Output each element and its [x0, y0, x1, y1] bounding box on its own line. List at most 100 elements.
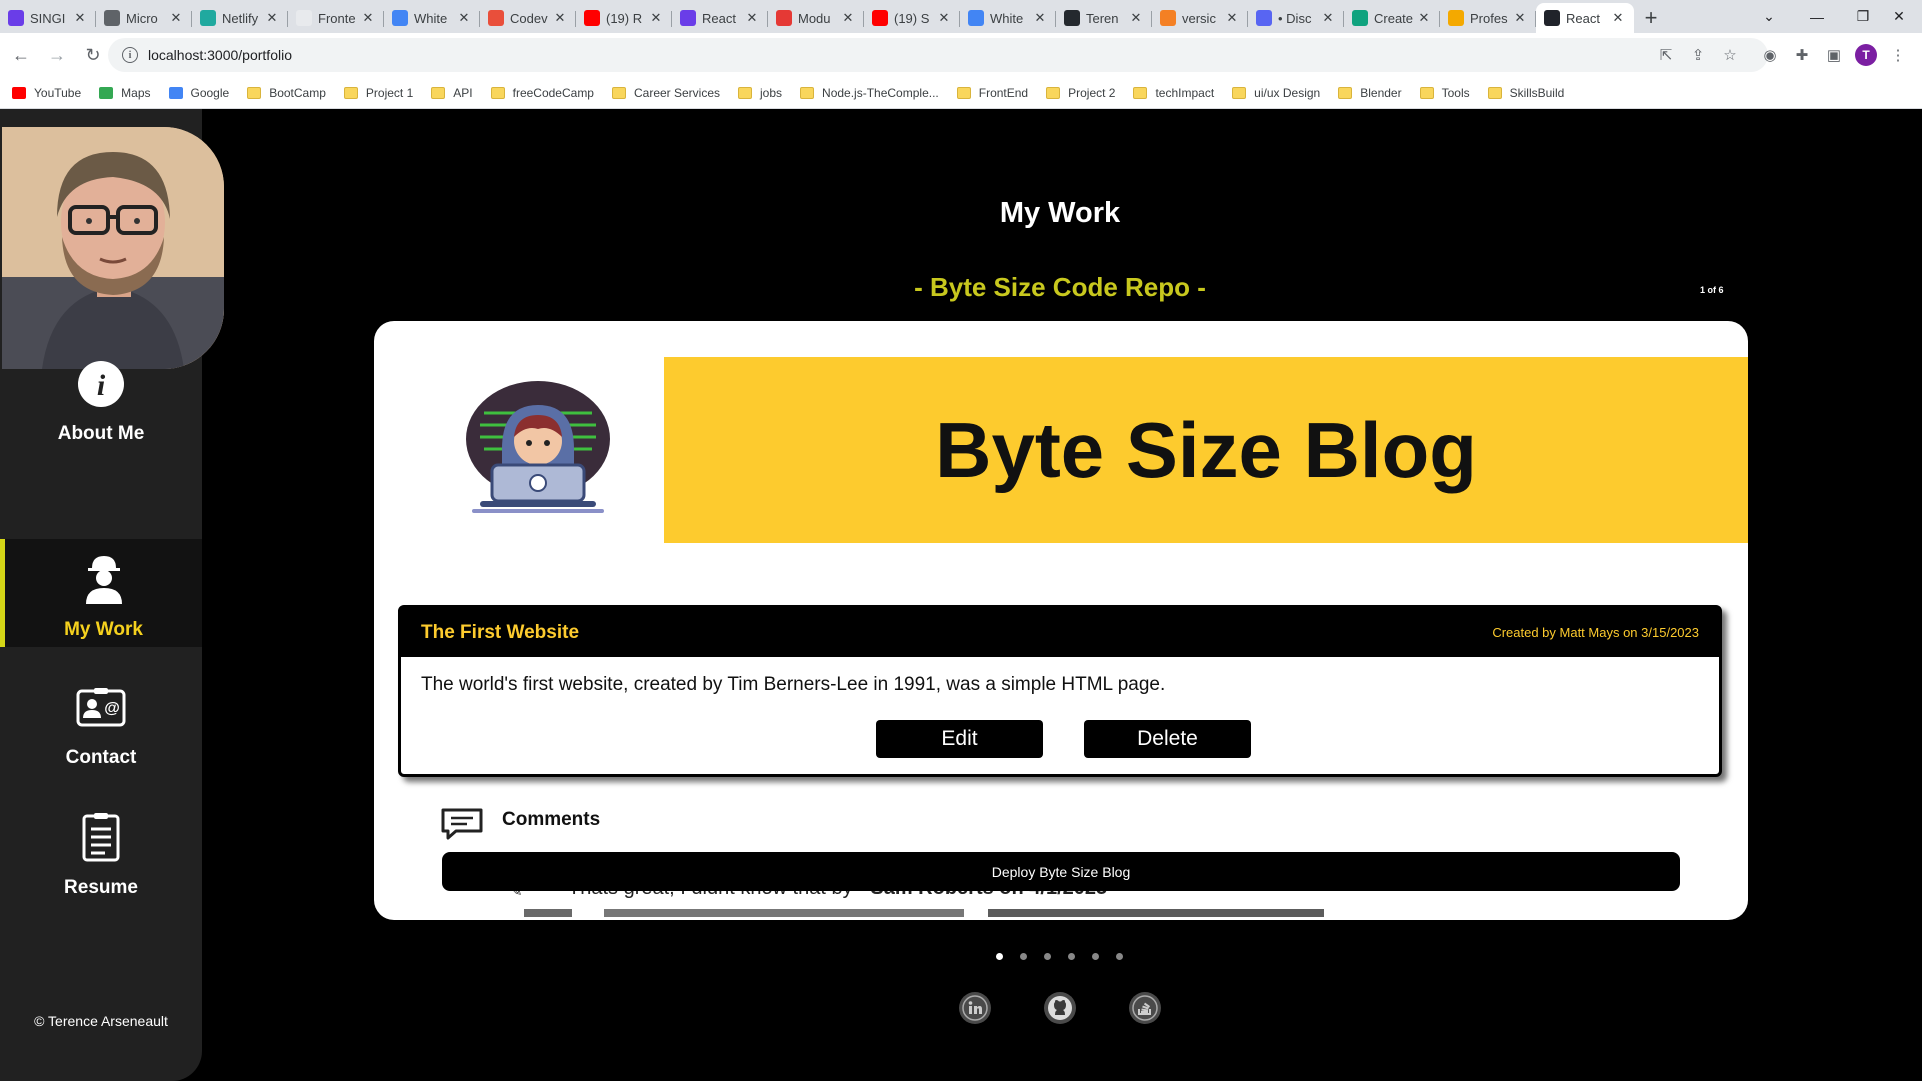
tab-search-icon[interactable]: ⌄ — [1746, 0, 1792, 33]
profile-icon — [1448, 10, 1464, 26]
browser-tab[interactable]: Fronte ✕ — [288, 3, 384, 33]
linkedin-icon[interactable] — [959, 992, 991, 1024]
tab-close-icon[interactable]: ✕ — [264, 10, 280, 26]
browser-tab[interactable]: SINGI ✕ — [0, 3, 96, 33]
bookmarks-bar: YouTube Maps Google BootCamp Project 1 API fre… — [0, 77, 1922, 109]
bookmark-folder[interactable]: Project 1 — [343, 85, 414, 100]
share-icon[interactable]: ⇪ — [1682, 33, 1714, 77]
discord-icon — [1256, 10, 1272, 26]
reload-icon[interactable]: ↻ — [78, 40, 108, 70]
tab-close-icon[interactable]: ✕ — [72, 10, 88, 26]
open-in-app-icon[interactable]: ⇱ — [1650, 33, 1682, 77]
bookmark-folder[interactable]: Node.js-TheComple... — [800, 86, 939, 100]
bookmark-maps[interactable]: Maps — [99, 86, 151, 100]
bookmark-folder[interactable]: freeCodeCamp — [490, 86, 594, 100]
bookmark-google[interactable]: Google — [168, 86, 229, 100]
browser-tab[interactable]: (19) S ✕ — [864, 3, 960, 33]
bookmark-folder[interactable]: Blender — [1338, 86, 1402, 100]
close-window-icon[interactable]: ✕ — [1876, 0, 1922, 33]
browser-tab[interactable]: White ✕ — [960, 3, 1056, 33]
tab-close-icon[interactable]: ✕ — [1032, 10, 1048, 26]
menu-kebab-icon[interactable]: ⋮ — [1882, 33, 1914, 77]
tab-title: White — [414, 10, 448, 26]
profile-avatar[interactable]: T — [1850, 33, 1882, 77]
bookmark-folder[interactable]: Tools — [1419, 86, 1470, 100]
back-icon[interactable]: ← — [6, 40, 36, 70]
bookmark-folder[interactable]: Career Services — [611, 86, 720, 100]
tab-close-icon[interactable]: ✕ — [936, 10, 952, 26]
browser-tab[interactable]: Modu ✕ — [768, 3, 864, 33]
tab-close-icon[interactable]: ✕ — [1320, 10, 1336, 26]
sidebar-item-about-me[interactable]: i About Me — [0, 339, 202, 451]
address-bar[interactable]: i localhost:3000/portfolio — [108, 38, 1768, 72]
carousel-dot[interactable] — [1092, 953, 1099, 960]
bookmark-folder[interactable]: SkillsBuild — [1487, 86, 1564, 100]
bookmark-folder[interactable]: jobs — [738, 86, 782, 100]
bookmark-label: Project 1 — [365, 85, 414, 100]
sidebar-item-contact[interactable]: @ Contact — [0, 663, 202, 775]
carousel-dot[interactable] — [1116, 953, 1123, 960]
tab-close-icon[interactable]: ✕ — [648, 10, 664, 26]
tab-title: • Disc — [1278, 10, 1312, 26]
deploy-button[interactable]: Deploy Byte Size Blog — [442, 852, 1680, 891]
browser-tab[interactable]: White ✕ — [384, 3, 480, 33]
browser-tab[interactable]: React ✕ — [1536, 3, 1634, 33]
bookmark-star-icon[interactable]: ☆ — [1714, 33, 1746, 77]
folder-icon — [738, 86, 753, 99]
edit-button[interactable]: Edit — [876, 720, 1043, 758]
tab-close-icon[interactable]: ✕ — [456, 10, 472, 26]
browser-tab[interactable]: • Disc ✕ — [1248, 3, 1344, 33]
tab-close-icon[interactable]: ✕ — [1512, 10, 1528, 26]
tab-title: Modu — [798, 10, 831, 26]
browser-tab[interactable]: versic ✕ — [1152, 3, 1248, 33]
browser-tab[interactable]: Netlify ✕ — [192, 3, 288, 33]
stackoverflow-icon[interactable] — [1129, 992, 1161, 1024]
bookmark-label: jobs — [760, 85, 783, 100]
minimize-icon[interactable]: — — [1794, 0, 1840, 33]
browser-tab[interactable]: Teren ✕ — [1056, 3, 1152, 33]
new-tab-icon[interactable]: + — [1634, 3, 1668, 33]
carousel-dots — [996, 953, 1140, 960]
browser-tab[interactable]: Micro ✕ — [96, 3, 192, 33]
maps-icon — [99, 86, 114, 99]
tab-close-icon[interactable]: ✕ — [1224, 10, 1240, 26]
browser-tab[interactable]: Create ✕ — [1344, 3, 1440, 33]
tab-close-icon[interactable]: ✕ — [744, 10, 760, 26]
sidebar-item-my-work[interactable]: My Work — [0, 539, 202, 647]
browser-tab[interactable]: (19) R ✕ — [576, 3, 672, 33]
folder-icon — [1419, 86, 1434, 99]
tab-close-icon[interactable]: ✕ — [1128, 10, 1144, 26]
bookmark-youtube[interactable]: YouTube — [12, 86, 81, 100]
tab-close-icon[interactable]: ✕ — [552, 10, 568, 26]
bookmark-folder[interactable]: API — [431, 86, 473, 100]
blog-post: The First Website Created by Matt Mays o… — [398, 605, 1722, 777]
bookmark-folder[interactable]: FrontEnd — [956, 86, 1028, 100]
extension-icon[interactable]: ◉ — [1754, 33, 1786, 77]
carousel-dot[interactable] — [996, 953, 1003, 960]
carousel-dot[interactable] — [1044, 953, 1051, 960]
extensions-puzzle-icon[interactable]: ✚ — [1786, 33, 1818, 77]
tab-close-icon[interactable]: ✕ — [168, 10, 184, 26]
site-info-icon[interactable]: i — [122, 47, 138, 63]
browser-tab[interactable]: React ✕ — [672, 3, 768, 33]
browser-tab[interactable]: Profes ✕ — [1440, 3, 1536, 33]
bookmark-folder[interactable]: BootCamp — [247, 86, 326, 100]
bookmark-folder[interactable]: techImpact — [1133, 86, 1214, 100]
sidebar-item-resume[interactable]: Resume — [0, 793, 202, 905]
github-icon[interactable] — [1044, 992, 1076, 1024]
browser-tab[interactable]: Codev ✕ — [480, 3, 576, 33]
bookmark-folder[interactable]: Project 2 — [1046, 86, 1115, 100]
tab-close-icon[interactable]: ✕ — [1416, 10, 1432, 26]
comments-heading: Comments — [502, 809, 601, 830]
tab-close-icon[interactable]: ✕ — [840, 10, 856, 26]
tab-close-icon[interactable]: ✕ — [360, 10, 376, 26]
worker-icon — [77, 553, 131, 607]
side-panel-icon[interactable]: ▣ — [1818, 33, 1850, 77]
tab-close-icon[interactable]: ✕ — [1610, 10, 1626, 26]
delete-button[interactable]: Delete — [1084, 720, 1251, 758]
post-meta: Created by Matt Mays on 3/15/2023 — [1492, 625, 1699, 640]
carousel-dot[interactable] — [1068, 953, 1075, 960]
bookmark-folder[interactable]: ui/ux Design — [1232, 86, 1320, 100]
carousel-dot[interactable] — [1020, 953, 1027, 960]
forward-icon[interactable]: → — [42, 40, 72, 70]
